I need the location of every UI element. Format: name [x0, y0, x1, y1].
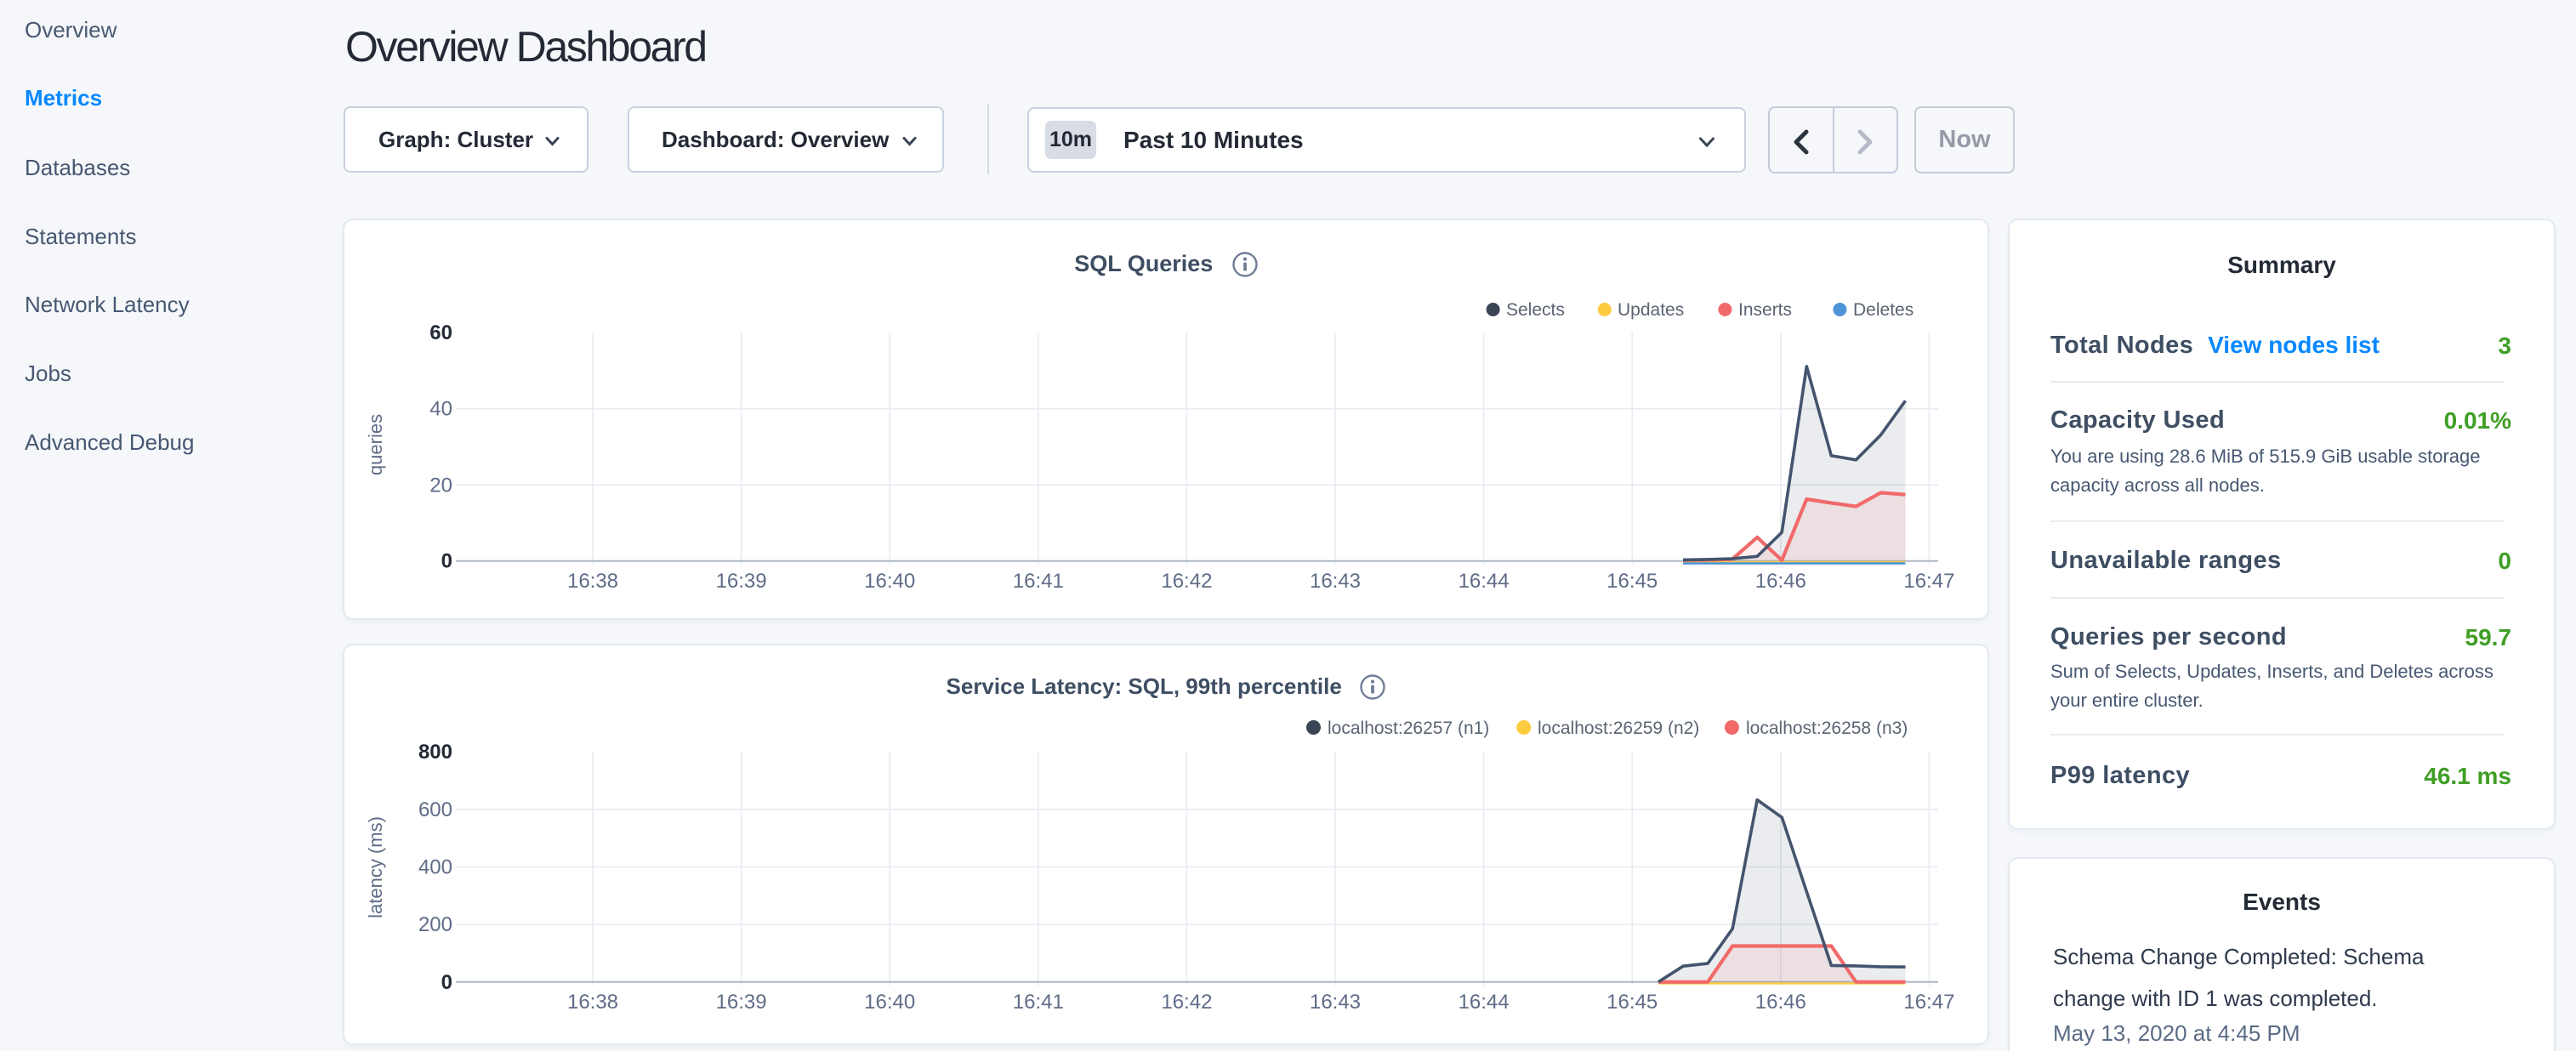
- svg-text:16:41: 16:41: [1013, 991, 1064, 1014]
- svg-text:16:44: 16:44: [1459, 991, 1510, 1014]
- svg-text:16:40: 16:40: [864, 570, 915, 593]
- svg-text:0: 0: [441, 550, 452, 573]
- svg-text:60: 60: [429, 321, 452, 344]
- svg-text:400: 400: [418, 856, 452, 879]
- svg-text:800: 800: [418, 741, 452, 764]
- svg-text:queries: queries: [365, 414, 386, 475]
- svg-text:16:42: 16:42: [1161, 570, 1212, 593]
- svg-text:200: 200: [418, 913, 452, 936]
- svg-text:16:46: 16:46: [1755, 570, 1806, 593]
- svg-text:localhost:26259 (n2): localhost:26259 (n2): [1538, 719, 1699, 738]
- svg-text:600: 600: [418, 798, 452, 821]
- svg-text:16:38: 16:38: [567, 570, 618, 593]
- svg-text:Selects: Selects: [1506, 300, 1565, 320]
- svg-text:16:39: 16:39: [716, 991, 767, 1014]
- svg-text:20: 20: [429, 474, 452, 497]
- svg-text:localhost:26257 (n1): localhost:26257 (n1): [1328, 719, 1489, 738]
- svg-text:16:45: 16:45: [1606, 991, 1658, 1014]
- svg-text:latency (ms): latency (ms): [365, 816, 386, 918]
- svg-text:Deletes: Deletes: [1853, 300, 1914, 320]
- svg-text:16:46: 16:46: [1755, 991, 1806, 1014]
- svg-text:16:39: 16:39: [716, 570, 767, 593]
- svg-text:16:43: 16:43: [1310, 570, 1361, 593]
- svg-text:16:42: 16:42: [1161, 991, 1212, 1014]
- svg-text:Updates: Updates: [1618, 300, 1684, 320]
- svg-text:16:41: 16:41: [1013, 570, 1064, 593]
- svg-text:16:47: 16:47: [1903, 570, 1954, 593]
- svg-text:16:40: 16:40: [864, 991, 915, 1014]
- svg-text:Inserts: Inserts: [1738, 300, 1792, 320]
- svg-text:40: 40: [429, 398, 452, 421]
- svg-text:0: 0: [441, 971, 452, 994]
- svg-text:16:38: 16:38: [567, 991, 618, 1014]
- svg-text:16:44: 16:44: [1459, 570, 1510, 593]
- svg-text:16:43: 16:43: [1310, 991, 1361, 1014]
- svg-text:16:47: 16:47: [1903, 991, 1954, 1014]
- svg-text:localhost:26258 (n3): localhost:26258 (n3): [1746, 719, 1908, 738]
- svg-text:16:45: 16:45: [1606, 570, 1658, 593]
